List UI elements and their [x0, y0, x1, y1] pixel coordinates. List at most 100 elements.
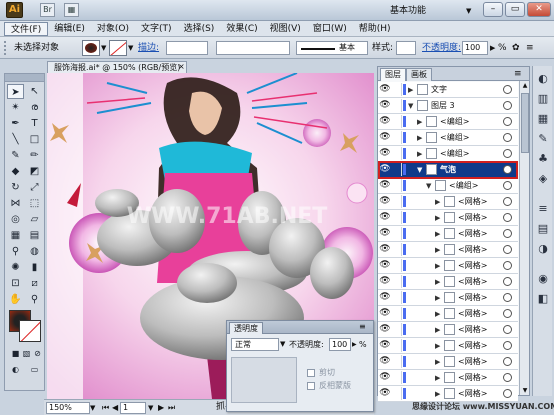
chevron-down-icon[interactable]: ▼ — [101, 41, 106, 55]
blob-brush-tool-icon[interactable]: ◆ — [7, 164, 24, 179]
menu-item[interactable]: 窗口(W) — [307, 22, 353, 36]
magic-wand-tool-icon[interactable]: ✴ — [7, 100, 24, 115]
eye-icon[interactable]: 👁 — [379, 211, 391, 224]
scale-tool-icon[interactable]: ⤢ — [26, 180, 43, 195]
menu-item[interactable]: 帮助(H) — [353, 22, 397, 36]
variable-width-profile[interactable] — [216, 41, 290, 55]
arrange-icon[interactable]: ▦ — [64, 3, 79, 17]
layer-row[interactable]: 👁 ▶ <网格> — [378, 258, 518, 274]
recolor-icon[interactable]: ✿ — [512, 41, 520, 55]
eye-icon[interactable]: 👁 — [379, 195, 391, 208]
target-icon[interactable] — [503, 197, 512, 206]
menu-item[interactable]: 文件(F) — [4, 21, 49, 36]
chevron-right-icon[interactable]: ▶ — [435, 243, 440, 257]
chevron-down-icon[interactable]: ▼ — [128, 41, 133, 55]
paintbrush-tool-icon[interactable]: ✎ — [7, 148, 24, 163]
layer-row[interactable]: 👁 ▶ 文字 — [378, 82, 518, 98]
target-icon[interactable] — [503, 245, 512, 254]
menu-item[interactable]: 编辑(E) — [48, 22, 91, 36]
close-icon[interactable]: ✕ — [527, 2, 551, 17]
tab-artboards[interactable]: 画板 — [406, 68, 432, 81]
layer-row-selected[interactable]: 👁 ▼ 气泡 — [378, 162, 518, 178]
symbols-icon[interactable]: ♣ — [536, 152, 550, 166]
layer-row[interactable]: 👁 ▶ <网格> — [378, 210, 518, 226]
panel-menu-icon[interactable]: ≡ — [359, 321, 366, 333]
scrollbar-thumb[interactable] — [521, 93, 529, 153]
panel-menu-icon[interactable]: ≡ — [526, 41, 534, 55]
layer-row[interactable]: 👁 ▶ <网格> — [378, 226, 518, 242]
stroke-swatch[interactable] — [109, 40, 127, 56]
lock-toggle[interactable] — [392, 195, 402, 208]
target-icon[interactable] — [503, 261, 512, 270]
appearance-icon[interactable]: ◉ — [536, 272, 550, 286]
graphic-styles-icon[interactable]: ◈ — [536, 172, 550, 186]
mesh-tool-icon[interactable]: ▦ — [7, 228, 24, 243]
pen-tool-icon[interactable]: ✒ — [7, 116, 24, 131]
minimize-icon[interactable]: – — [483, 2, 503, 17]
rotate-tool-icon[interactable]: ↻ — [7, 180, 24, 195]
pencil-tool-icon[interactable]: ✏ — [26, 148, 43, 163]
chevron-right-icon[interactable]: ▶ — [435, 371, 440, 385]
eraser-tool-icon[interactable]: ◩ — [26, 164, 43, 179]
chevron-right-icon[interactable]: ▶ — [435, 227, 440, 241]
menu-item[interactable]: 效果(C) — [220, 22, 263, 36]
layer-row[interactable]: 👁 ▶ <网格> — [378, 322, 518, 338]
type-tool-icon[interactable]: T — [26, 116, 43, 131]
target-icon[interactable] — [503, 389, 512, 398]
layer-row[interactable]: 👁 ▶ <网格> — [378, 290, 518, 306]
lock-toggle[interactable] — [392, 115, 402, 128]
hand-tool-icon[interactable]: ✋ — [7, 292, 24, 307]
chevron-right-icon[interactable]: ▶ — [417, 115, 422, 129]
target-icon[interactable] — [503, 373, 512, 382]
eye-icon[interactable]: 👁 — [379, 131, 391, 144]
lock-toggle[interactable] — [392, 131, 402, 144]
chevron-right-icon[interactable]: ▶ — [435, 355, 440, 369]
lock-toggle[interactable] — [392, 371, 402, 384]
eye-icon[interactable]: 👁 — [379, 323, 391, 336]
chevron-right-icon[interactable]: ▶ — [408, 83, 413, 97]
chevron-down-icon[interactable]: ▼ — [426, 179, 431, 193]
lock-toggle[interactable] — [392, 387, 402, 400]
layer-row[interactable]: 👁 ▶ <网格> — [378, 306, 518, 322]
lock-toggle[interactable] — [392, 227, 402, 240]
chevron-right-icon[interactable]: ▶ — [435, 307, 440, 321]
chevron-down-icon[interactable]: ▼ — [280, 338, 285, 351]
graphic-style-picker[interactable] — [396, 41, 416, 55]
chevron-down-icon[interactable]: ▼ — [417, 163, 422, 177]
chevron-right-icon[interactable]: ▶ — [435, 387, 440, 401]
invert-mask-checkbox[interactable] — [307, 382, 315, 390]
layer-row[interactable]: 👁 ▼ 图层 3 — [378, 98, 518, 114]
menu-item[interactable]: 视图(V) — [264, 22, 307, 36]
layer-row[interactable]: 👁 ▶ <网格> — [378, 370, 518, 386]
stroke-link[interactable]: 描边: — [138, 41, 159, 55]
lock-toggle[interactable] — [392, 243, 402, 256]
opacity-field[interactable]: 100 — [462, 41, 488, 55]
panel-menu-icon[interactable]: ≡ — [514, 68, 522, 80]
eye-icon[interactable]: 👁 — [379, 83, 391, 96]
lock-toggle[interactable] — [392, 163, 402, 176]
target-icon[interactable] — [503, 309, 512, 318]
layer-row[interactable]: 👁 ▶ <网格> — [378, 386, 518, 402]
layer-row[interactable]: 👁 ▶ <网格> — [378, 338, 518, 354]
chevron-right-icon[interactable]: ▶ — [435, 275, 440, 289]
chevron-down-icon[interactable]: ▼ — [466, 4, 471, 18]
lock-toggle[interactable] — [392, 307, 402, 320]
perspective-grid-tool-icon[interactable]: ▱ — [26, 212, 43, 227]
target-icon[interactable] — [503, 293, 512, 302]
stroke-color-box[interactable] — [19, 320, 41, 342]
workspace-switcher[interactable]: 基本功能 — [390, 4, 466, 18]
menu-item[interactable]: 对象(O) — [91, 22, 135, 36]
last-page-icon[interactable]: ⏭ — [168, 402, 175, 414]
shape-builder-tool-icon[interactable]: ◎ — [7, 212, 24, 227]
lock-toggle[interactable] — [392, 259, 402, 272]
lock-toggle[interactable] — [392, 323, 402, 336]
scroll-down-icon[interactable]: ▼ — [521, 386, 529, 395]
lock-toggle[interactable] — [392, 83, 402, 96]
chevron-right-icon[interactable]: ▶ — [417, 147, 422, 161]
target-icon[interactable] — [503, 149, 512, 158]
chevron-right-icon[interactable]: ▶ — [435, 339, 440, 353]
gradient-icon[interactable]: ▤ — [536, 222, 550, 236]
brushes-icon[interactable]: ✎ — [536, 132, 550, 146]
clip-checkbox[interactable] — [307, 369, 315, 377]
target-icon[interactable] — [503, 101, 512, 110]
